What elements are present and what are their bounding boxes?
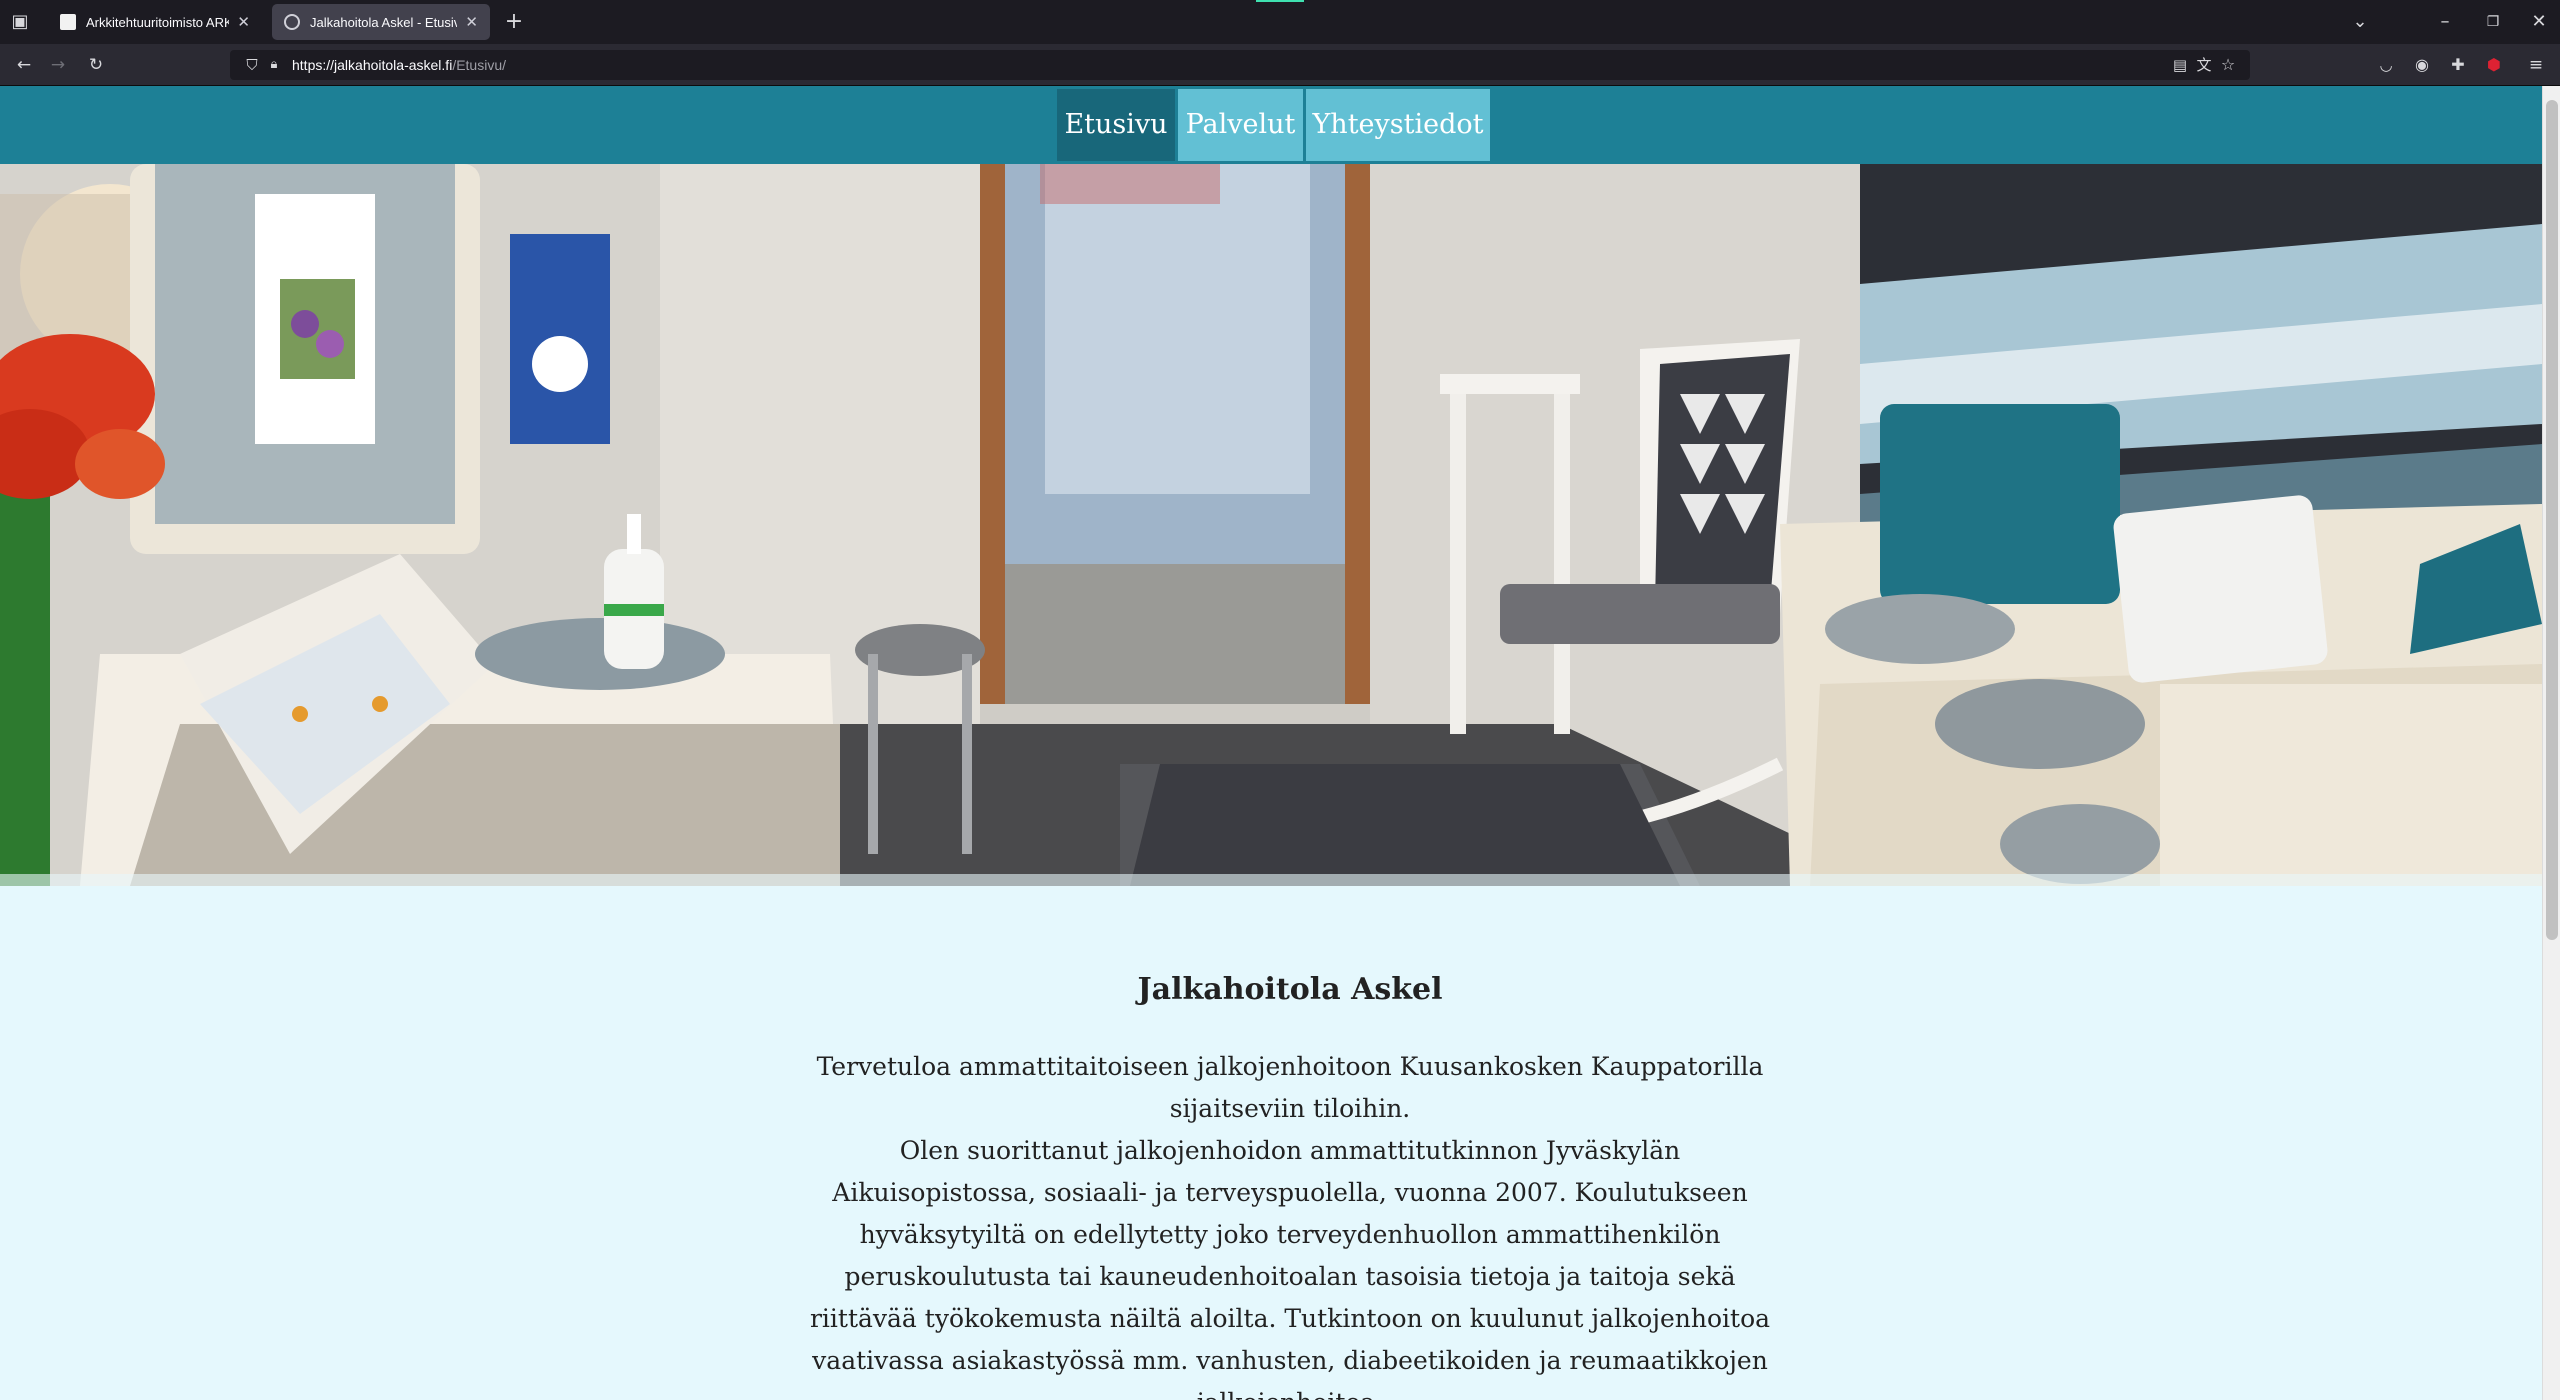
sound-indicator xyxy=(1256,0,1304,2)
tab-jalkahoitola[interactable]: Jalkahoitola Askel - Etusivu ✕ xyxy=(272,4,490,40)
minimize-icon[interactable]: – xyxy=(2430,0,2460,44)
url-path: /Etusivu/ xyxy=(452,57,507,73)
page-viewport: Etusivu Palvelut Yhteystiedot Jalkahoito… xyxy=(0,86,2560,1400)
tab-overview-icon[interactable]: ▣ xyxy=(6,0,34,44)
pocket-icon[interactable]: ◡ xyxy=(2372,44,2400,86)
hero-image xyxy=(0,164,2542,886)
close-tab-icon[interactable]: ✕ xyxy=(465,13,478,31)
reload-icon[interactable]: ↻ xyxy=(82,44,110,86)
address-bar[interactable]: ⛉ 🔒︎ https://jalkahoitola-askel.fi/Etusi… xyxy=(230,50,2250,80)
scrollbar-thumb[interactable] xyxy=(2546,100,2558,940)
extensions-icon[interactable]: ✚ xyxy=(2444,44,2472,86)
list-all-tabs-icon[interactable]: ⌄ xyxy=(2346,0,2374,44)
page-heading: Jalkahoitola Askel xyxy=(1137,972,1443,1007)
site-favicon-icon xyxy=(60,14,76,30)
url-text[interactable]: https://jalkahoitola-askel.fi/Etusivu/ xyxy=(292,50,506,80)
new-tab-button[interactable]: + xyxy=(500,0,528,44)
browser-nav-bar: ← → ↻ ⛉ 🔒︎ https://jalkahoitola-askel.fi… xyxy=(0,44,2560,86)
forward-icon[interactable]: → xyxy=(44,44,72,86)
browser-tab-bar: ▣ Arkkitehtuuritoimisto ARKHALTI ✕ Jalka… xyxy=(0,0,2560,44)
close-tab-icon[interactable]: ✕ xyxy=(237,13,250,31)
menu-icon[interactable]: ≡ xyxy=(2522,44,2550,86)
intro-paragraph-1: Tervetuloa ammattitaitoiseen jalkojenhoi… xyxy=(816,1052,1764,1123)
lock-icon[interactable]: 🔒︎ xyxy=(260,44,288,86)
menu-item-yhteystiedot[interactable]: Yhteystiedot xyxy=(1306,89,1490,161)
menu-item-palvelut[interactable]: Palvelut xyxy=(1178,89,1303,161)
intro-paragraph-2: Olen suorittanut jalkojenhoidon ammattit… xyxy=(809,1136,1771,1400)
globe-icon xyxy=(284,14,300,30)
page-scrollbar[interactable] xyxy=(2542,86,2560,1400)
intro-text: Tervetuloa ammattitaitoiseen jalkojenhoi… xyxy=(800,1046,1780,1400)
tab-title: Jalkahoitola Askel - Etusivu xyxy=(310,14,458,30)
bookmark-star-icon[interactable]: ☆ xyxy=(2214,44,2242,86)
url-domain: https://jalkahoitola-askel.fi xyxy=(292,57,453,73)
tab-title: Arkkitehtuuritoimisto ARKHALTI xyxy=(86,14,230,30)
back-icon[interactable]: ← xyxy=(10,44,38,86)
tab-arkhalti[interactable]: Arkkitehtuuritoimisto ARKHALTI ✕ xyxy=(48,4,262,40)
close-window-icon[interactable]: ✕ xyxy=(2524,0,2554,44)
menu-item-etusivu[interactable]: Etusivu xyxy=(1057,89,1175,161)
account-icon[interactable]: ◉ xyxy=(2408,44,2436,86)
ublock-icon[interactable]: ⬢ xyxy=(2480,44,2508,86)
site-navigation: Etusivu Palvelut Yhteystiedot xyxy=(0,86,2542,164)
restore-icon[interactable]: ❐ xyxy=(2478,0,2508,44)
